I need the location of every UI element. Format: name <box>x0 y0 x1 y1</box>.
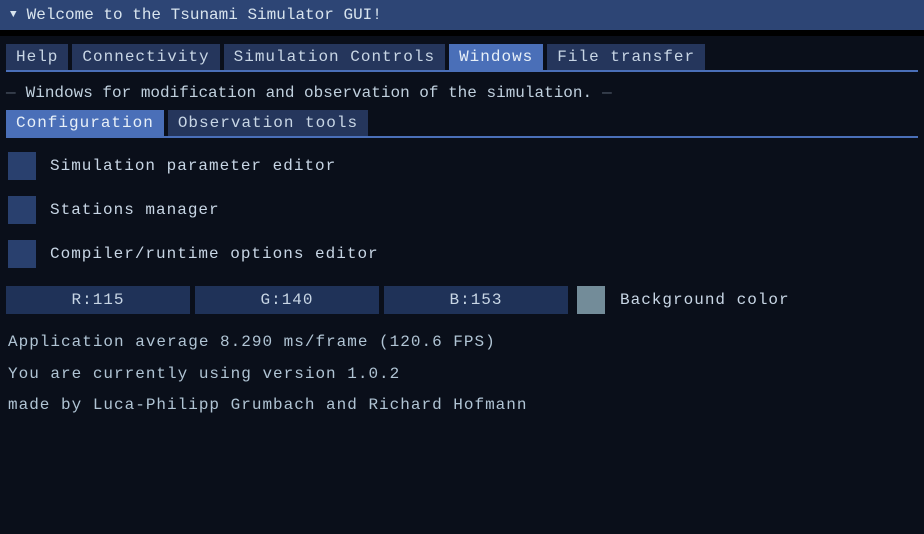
section-description: Windows for modification and observation… <box>26 84 593 102</box>
color-label: Background color <box>620 291 790 309</box>
checkbox-compiler-options[interactable] <box>8 240 36 268</box>
checkbox-label: Simulation parameter editor <box>50 157 336 175</box>
background-color-editor: R:115 G:140 B:153 Background color <box>6 286 918 314</box>
separator-right: — <box>602 84 612 102</box>
credits-text: made by Luca-Philipp Grumbach and Richar… <box>8 393 916 419</box>
color-r-field[interactable]: R:115 <box>6 286 190 314</box>
checkbox-label: Stations manager <box>50 201 220 219</box>
separator-left: — <box>6 84 16 102</box>
sub-tabbar: Configuration Observation tools <box>6 110 918 138</box>
color-swatch[interactable] <box>577 286 605 314</box>
version-text: You are currently using version 1.0.2 <box>8 362 916 388</box>
tab-help[interactable]: Help <box>6 44 68 70</box>
frame-stats: Application average 8.290 ms/frame (120.… <box>8 330 916 356</box>
subtab-configuration[interactable]: Configuration <box>6 110 164 136</box>
tab-simulation-controls[interactable]: Simulation Controls <box>224 44 445 70</box>
window-content: Help Connectivity Simulation Controls Wi… <box>0 36 924 534</box>
collapse-icon[interactable]: ▼ <box>10 9 17 21</box>
checkbox-row-compiler-options: Compiler/runtime options editor <box>6 234 918 274</box>
titlebar[interactable]: ▼ Welcome to the Tsunami Simulator GUI! <box>0 0 924 30</box>
color-g-field[interactable]: G:140 <box>195 286 379 314</box>
tab-file-transfer[interactable]: File transfer <box>547 44 705 70</box>
main-tabbar: Help Connectivity Simulation Controls Wi… <box>6 44 918 72</box>
tab-windows[interactable]: Windows <box>449 44 543 70</box>
checkbox-row-simulation-parameter-editor: Simulation parameter editor <box>6 146 918 186</box>
subtab-observation-tools[interactable]: Observation tools <box>168 110 368 136</box>
color-b-field[interactable]: B:153 <box>384 286 568 314</box>
section-header: — Windows for modification and observati… <box>6 84 918 102</box>
checkbox-label: Compiler/runtime options editor <box>50 245 379 263</box>
checkbox-row-stations-manager: Stations manager <box>6 190 918 230</box>
checkbox-simulation-parameter-editor[interactable] <box>8 152 36 180</box>
tab-connectivity[interactable]: Connectivity <box>72 44 219 70</box>
checkbox-stations-manager[interactable] <box>8 196 36 224</box>
main-window: ▼ Welcome to the Tsunami Simulator GUI! … <box>0 0 924 534</box>
window-title: Welcome to the Tsunami Simulator GUI! <box>27 6 382 24</box>
